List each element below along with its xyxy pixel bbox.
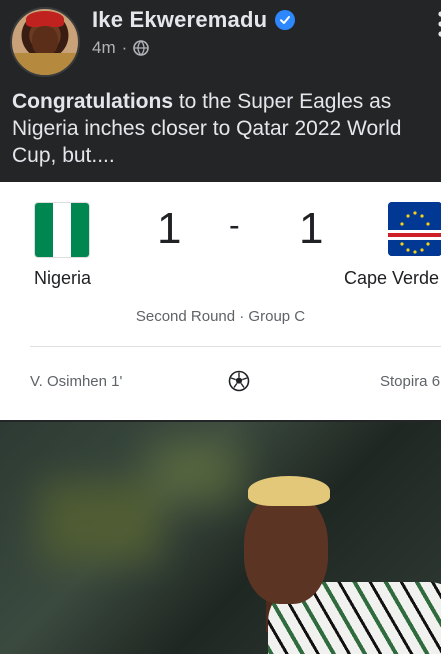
score-dash: - xyxy=(229,207,240,243)
home-scorer: V. Osimhen 1' xyxy=(30,373,123,390)
soccer-ball-icon xyxy=(228,370,250,392)
verified-badge-icon xyxy=(275,10,296,30)
away-team-name: Cape Verde xyxy=(344,268,440,288)
meta-separator: · xyxy=(121,38,128,57)
match-round: Second Round · Group C xyxy=(135,308,306,325)
post-text-line2: Nigeria inches closer to Qatar 2022 Worl… xyxy=(12,117,402,140)
away-score: 1 xyxy=(299,204,324,253)
home-score: 1 xyxy=(157,204,182,253)
post-text-line3: Cup, but.... xyxy=(12,144,115,167)
globe-icon xyxy=(133,40,150,56)
post-time[interactable]: 4m xyxy=(92,38,116,58)
author-avatar[interactable] xyxy=(10,7,80,77)
post-text-bold: Congratulations xyxy=(12,90,173,113)
author-row: Ike Ekweremadu xyxy=(92,7,296,33)
home-team-name: Nigeria xyxy=(34,268,92,288)
cape-verde-flag xyxy=(388,202,441,256)
post-text-line1: to the Super Eagles as xyxy=(173,90,392,113)
nigeria-flag xyxy=(34,202,90,258)
author-name[interactable]: Ike Ekweremadu xyxy=(92,7,267,33)
post-header: Ike Ekweremadu 4m · xyxy=(0,0,441,80)
post-text: Congratulations to the Super Eagles as N… xyxy=(12,88,441,169)
post-photo[interactable] xyxy=(0,422,441,654)
card-divider xyxy=(30,346,441,347)
post-meta: 4m · xyxy=(92,38,150,58)
match-score-card[interactable]: 1 - 1 Nigeria Cape Verde Second Round · … xyxy=(0,182,441,420)
away-scorer: Stopira 6 xyxy=(380,373,441,390)
more-options-icon[interactable] xyxy=(435,10,441,38)
